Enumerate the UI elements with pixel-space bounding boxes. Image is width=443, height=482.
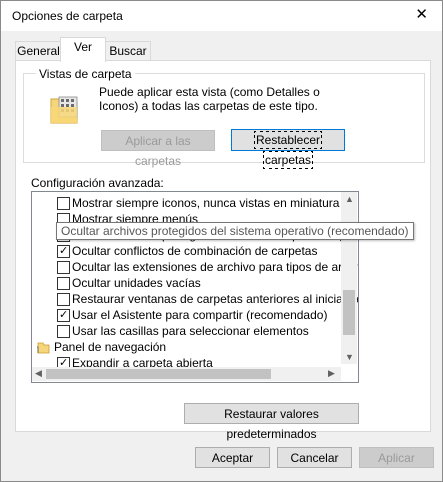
tab-general[interactable]: General [15,41,62,61]
setting-item[interactable]: Usar las casillas para seleccionar eleme… [32,323,358,339]
setting-label: Mostrar siempre iconos, nunca vistas en … [72,196,340,210]
setting-item[interactable]: Ocultar conflictos de combinación de car… [32,243,358,259]
setting-label: Ocultar las extensiones de archivo para … [72,260,359,274]
checkbox[interactable] [57,243,70,259]
checkbox[interactable] [57,293,70,306]
advanced-settings-tree[interactable]: Mostrar siempre iconos, nunca vistas en … [31,191,359,383]
setting-label: Usar el Asistente para compartir (recome… [72,308,328,322]
restore-defaults-label: Restaurar valores predeterminados [224,407,319,441]
folder-options-dialog: Opciones de carpeta ✕ General Ver Buscar… [0,0,443,482]
horizontal-scrollbar[interactable]: ◀ ▶ [32,367,341,381]
advanced-settings-label: Configuración avanzada: [31,176,164,190]
setting-label: Restaurar ventanas de carpetas anteriore… [72,292,359,306]
ok-label: Aceptar [211,451,254,465]
vertical-scrollbar[interactable]: ▲ ▼ [341,192,357,364]
setting-item[interactable]: Restaurar ventanas de carpetas anteriore… [32,291,359,307]
cancel-label: Cancelar [290,451,339,465]
ok-button[interactable]: Aceptar [195,447,270,468]
nav-pane-label: Panel de navegación [54,340,167,354]
setting-label: Usar las casillas para seleccionar eleme… [72,324,309,338]
title-bar: Opciones de carpeta ✕ [1,1,442,31]
folder-views-title: Vistas de carpeta [36,67,135,81]
tab-buscar[interactable]: Buscar [105,41,151,61]
scroll-left-icon[interactable]: ◀ [35,368,42,379]
tab-buscar-label: Buscar [109,44,147,58]
apply-to-folders-button[interactable]: Aplicar a las carpetas [101,130,215,168]
scroll-right-icon[interactable]: ▶ [328,368,335,379]
tooltip: Ocultar archivos protegidos del sistema … [56,222,414,240]
setting-item[interactable]: Usar el Asistente para compartir (recome… [32,307,358,323]
close-icon[interactable]: ✕ [415,7,428,23]
h-scrollbar-thumb[interactable] [46,369,271,379]
checkbox[interactable] [57,307,70,323]
setting-label: Ocultar conflictos de combinación de car… [72,244,318,258]
navigation-pane-icon [37,342,50,354]
reset-folders-button[interactable]: Restablecer carpetas [231,129,345,169]
scrollbar-thumb[interactable] [343,290,355,335]
checkbox[interactable] [57,325,70,338]
setting-label: Ocultar unidades vacías [72,276,201,290]
folder-options-icon [50,96,78,124]
tab-general-label: General [17,44,60,58]
apply-to-folders-label: Aplicar a las carpetas [125,134,191,168]
checkbox[interactable] [57,277,70,290]
apply-button[interactable]: Aplicar [359,447,434,468]
setting-item[interactable]: Mostrar siempre iconos, nunca vistas en … [32,195,358,211]
apply-label: Aplicar [378,451,415,465]
setting-item[interactable]: Ocultar unidades vacías [32,275,358,291]
window-title: Opciones de carpeta [12,9,123,23]
scroll-down-icon[interactable]: ▼ [345,352,354,362]
setting-item[interactable]: Ocultar las extensiones de archivo para … [32,259,359,275]
reset-folders-label: Restablecer carpetas [253,131,323,169]
scroll-up-icon[interactable]: ▲ [345,194,354,204]
cancel-button[interactable]: Cancelar [277,447,352,468]
restore-defaults-button[interactable]: Restaurar valores predeterminados [184,403,359,441]
nav-pane-group: Panel de navegación [32,339,358,355]
folder-views-description: Puede aplicar esta vista (como Detalles … [99,85,320,113]
checkbox[interactable] [57,197,70,210]
tab-ver-label: Ver [73,40,92,54]
checkbox[interactable] [57,261,70,274]
tab-ver[interactable]: Ver [60,37,106,62]
